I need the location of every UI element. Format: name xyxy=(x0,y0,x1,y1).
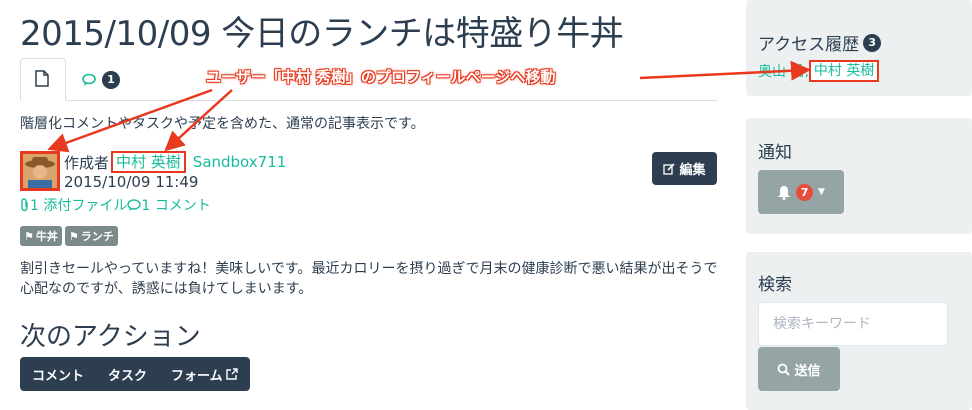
author-line: 作成者 中村 英樹 Sandbox711 xyxy=(64,151,286,173)
edit-button[interactable]: 編集 xyxy=(652,152,717,185)
avatar-image xyxy=(23,154,57,188)
history-links: 奥山 岳, 中村 英樹 xyxy=(758,60,880,82)
search-input[interactable] xyxy=(758,302,948,346)
tab-document[interactable] xyxy=(20,58,66,101)
group-link[interactable]: Sandbox711 xyxy=(193,153,287,171)
post-date: 2015/10/09 11:49 xyxy=(64,173,199,191)
edit-icon xyxy=(663,162,676,175)
paperclip-icon xyxy=(21,198,28,212)
search-submit-button[interactable]: 送信 xyxy=(758,347,840,391)
author-name-link[interactable]: 中村 英樹 xyxy=(111,151,186,173)
comment-action-label: コメント xyxy=(32,368,85,384)
comment-action-button[interactable]: コメント xyxy=(20,365,96,384)
attachments-link[interactable]: 1 添付ファイル xyxy=(30,195,127,215)
access-history-panel: アクセス履歴 3 奥山 岳, 中村 英樹 xyxy=(746,0,972,96)
access-history-title: アクセス履歴 3 xyxy=(758,30,882,55)
task-action-button[interactable]: タスク xyxy=(96,365,159,384)
notifications-panel: 通知 7 ▼ xyxy=(746,118,972,234)
main-content: 2015/10/09 今日のランチは特盛り牛丼 1 階層化コメントやタスクや予定… xyxy=(0,0,730,410)
tab-comments[interactable]: 1 xyxy=(82,68,120,92)
task-action-label: タスク xyxy=(108,368,148,384)
history-link-highlighted[interactable]: 中村 英樹 xyxy=(808,60,880,82)
comments-icon xyxy=(82,73,96,86)
post-body: 割引きセールやっていますね！美味しいです。最近カロリーを摂り過ぎで月末の健康診断… xyxy=(20,261,718,297)
search-panel: 検索 送信 xyxy=(746,252,972,410)
comment-count-badge: 1 xyxy=(102,71,120,89)
tag-label: 牛丼 xyxy=(35,230,58,243)
next-actions-title: 次のアクション xyxy=(20,322,201,352)
notifications-button[interactable]: 7 ▼ xyxy=(758,170,844,214)
tag-item[interactable]: ⚑ ランチ xyxy=(64,226,118,246)
history-count-badge: 3 xyxy=(863,33,882,52)
access-history-label: アクセス履歴 xyxy=(758,35,860,55)
tag-item[interactable]: ⚑ 牛丼 xyxy=(20,226,62,246)
tag-label: ランチ xyxy=(80,230,114,243)
caret-down-icon: ▼ xyxy=(818,187,825,197)
search-icon xyxy=(778,363,791,376)
form-action-label: フォーム xyxy=(171,368,223,384)
page-title: 2015/10/09 今日のランチは特盛り牛丼 xyxy=(20,14,624,54)
comments-link[interactable]: 1 コメント xyxy=(141,195,210,215)
search-submit-label: 送信 xyxy=(794,363,821,379)
post-meta-links: 1 添付ファイル 1 コメント xyxy=(20,195,211,215)
author-avatar[interactable] xyxy=(20,151,60,191)
search-title: 検索 xyxy=(758,275,792,295)
comment-icon xyxy=(127,198,142,211)
history-link-partial[interactable]: 奥山 岳, xyxy=(758,61,809,81)
external-link-icon xyxy=(225,368,238,380)
edit-button-label: 編集 xyxy=(679,163,706,178)
post-description: 階層化コメントやタスクや予定を含めた、通常の記事表示です。 xyxy=(20,116,425,132)
notifications-title: 通知 xyxy=(758,143,792,163)
document-icon xyxy=(35,70,49,87)
form-action-button[interactable]: フォーム xyxy=(159,365,250,384)
action-button-group: コメント タスク フォーム xyxy=(20,357,250,391)
annotation-callout: ユーザー「中村 秀樹」のプロフィールページへ移動 xyxy=(206,68,556,86)
tag-list: ⚑ 牛丼 ⚑ ランチ xyxy=(20,226,118,246)
tag-icon: ⚑ xyxy=(24,229,34,243)
notification-count-badge: 7 xyxy=(796,183,814,201)
tag-icon: ⚑ xyxy=(68,229,79,243)
bell-icon xyxy=(778,185,791,200)
author-prefix: 作成者 xyxy=(64,153,110,172)
